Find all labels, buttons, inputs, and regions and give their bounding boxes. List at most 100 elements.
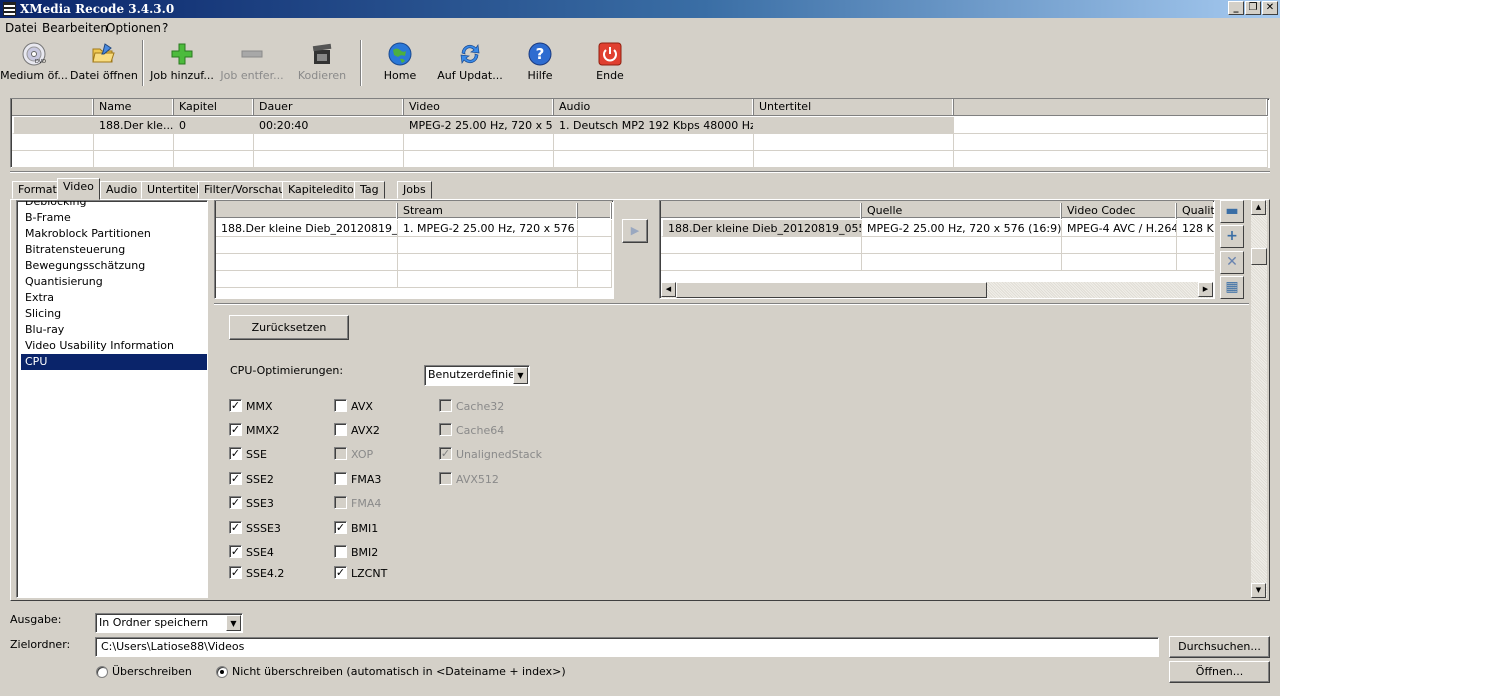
sse2-checkbox[interactable]: ✓ xyxy=(229,472,242,485)
scroll-down-button[interactable]: ▼ xyxy=(1251,583,1266,598)
avx512-checkbox[interactable] xyxy=(439,472,452,485)
exit-button[interactable]: Ende xyxy=(582,38,638,88)
add-stream-button[interactable]: ▶ xyxy=(622,219,648,243)
update-button[interactable]: Auf Updat... xyxy=(436,38,504,88)
encode-button[interactable]: Kodieren xyxy=(290,38,354,88)
tree-item-quantization[interactable]: Quantisierung xyxy=(21,274,207,290)
tree-item-extra[interactable]: Extra xyxy=(21,290,207,306)
scroll-thumb[interactable] xyxy=(1251,248,1267,265)
mmx2-checkbox[interactable]: ✓ xyxy=(229,423,242,436)
browse-button[interactable]: Durchsuchen... xyxy=(1169,636,1270,658)
sse3-checkbox[interactable]: ✓ xyxy=(229,496,242,509)
tree-item-deblocking[interactable]: Deblocking xyxy=(21,201,207,210)
column-header-video[interactable]: Video xyxy=(404,99,554,115)
scroll-thumb[interactable] xyxy=(676,282,987,298)
open-folder-button[interactable]: Öffnen... xyxy=(1169,661,1270,683)
target-folder-input[interactable]: C:\Users\Latiose88\Videos xyxy=(95,637,1159,657)
column-header[interactable] xyxy=(12,99,94,115)
cpu-optimizations-value: Benutzerdefiniert xyxy=(428,368,524,381)
sse4-2-checkbox[interactable]: ✓ xyxy=(229,566,242,579)
no-overwrite-radio[interactable] xyxy=(216,666,228,678)
tree-item-blu-ray[interactable]: Blu-ray xyxy=(21,322,207,338)
restore-button[interactable]: ❐ xyxy=(1245,1,1261,15)
tab-jobs[interactable]: Jobs xyxy=(397,181,432,199)
add-job-label: Job hinzuf... xyxy=(150,69,214,82)
menu-optionen[interactable]: Optionen xyxy=(106,21,161,35)
horizontal-scrollbar[interactable]: ◀ ▶ xyxy=(661,282,1213,298)
column-header[interactable] xyxy=(661,203,862,219)
sse-checkbox[interactable]: ✓ xyxy=(229,447,242,460)
column-header[interactable] xyxy=(954,99,1268,115)
sse4-checkbox[interactable]: ✓ xyxy=(229,545,242,558)
stream-properties-button[interactable]: ▦ xyxy=(1220,276,1244,299)
avx2-checkbox[interactable] xyxy=(334,423,347,436)
table-cell: 188.Der kle... xyxy=(94,117,174,134)
xop-checkbox[interactable] xyxy=(334,447,347,460)
scroll-up-button[interactable]: ▲ xyxy=(1251,200,1266,215)
open-media-button[interactable]: DVD Medium öf... xyxy=(0,38,68,88)
fma4-checkbox[interactable] xyxy=(334,496,347,509)
overwrite-radio[interactable] xyxy=(96,666,108,678)
tree-item-rate-control[interactable]: Bitratensteuerung xyxy=(21,242,207,258)
lzcnt-checkbox[interactable]: ✓ xyxy=(334,566,347,579)
lzcnt-label: LZCNT xyxy=(351,567,388,580)
update-label: Auf Updat... xyxy=(437,69,503,82)
column-header[interactable] xyxy=(216,203,398,219)
close-button[interactable]: ✕ xyxy=(1262,1,1278,15)
scroll-right-button[interactable]: ▶ xyxy=(1198,282,1213,297)
remove-job-button[interactable]: Job entfer... xyxy=(218,38,286,88)
column-header-video-codec[interactable]: Video Codec xyxy=(1062,203,1177,219)
tab-format[interactable]: Format xyxy=(12,181,63,199)
ssse3-checkbox[interactable]: ✓ xyxy=(229,521,242,534)
fma3-checkbox[interactable] xyxy=(334,472,347,485)
refresh-icon xyxy=(460,44,480,64)
tree-item-motion-estimation[interactable]: Bewegungsschätzung xyxy=(21,258,207,274)
column-header-subtitle[interactable]: Untertitel xyxy=(754,99,954,115)
column-header-audio[interactable]: Audio xyxy=(554,99,754,115)
menu-help[interactable]: ? xyxy=(162,21,168,35)
cache64-checkbox[interactable] xyxy=(439,423,452,436)
add-job-button[interactable]: Job hinzuf... xyxy=(148,38,216,88)
delete-stream-button[interactable]: ✕ xyxy=(1220,251,1244,274)
tree-item-b-frame[interactable]: B-Frame xyxy=(21,210,207,226)
tree-item-macroblock[interactable]: Makroblock Partitionen xyxy=(21,226,207,242)
open-file-button[interactable]: Datei öffnen xyxy=(70,38,138,88)
column-header-quality[interactable]: Qualitä xyxy=(1177,203,1214,219)
tab-tag[interactable]: Tag xyxy=(354,181,385,199)
bmi1-checkbox[interactable]: ✓ xyxy=(334,521,347,534)
avx-checkbox[interactable] xyxy=(334,399,347,412)
column-header-stream[interactable]: Stream xyxy=(398,203,578,219)
reset-button[interactable]: Zurücksetzen xyxy=(229,315,349,340)
tree-item-vui[interactable]: Video Usability Information xyxy=(21,338,207,354)
unalignedstack-checkbox[interactable]: ✓ xyxy=(439,447,452,460)
mmx-checkbox[interactable]: ✓ xyxy=(229,399,242,412)
scroll-left-button[interactable]: ◀ xyxy=(661,282,676,297)
output-select[interactable]: In Ordner speichern ▼ xyxy=(95,613,243,633)
tree-item-cpu[interactable]: CPU xyxy=(21,354,207,370)
column-header-duration[interactable]: Dauer xyxy=(254,99,404,115)
remove-stream-button[interactable]: ▬ xyxy=(1220,200,1244,223)
column-header[interactable] xyxy=(578,203,612,219)
bmi2-checkbox[interactable] xyxy=(334,545,347,558)
tab-subtitle[interactable]: Untertitel xyxy=(141,181,206,199)
column-header-source[interactable]: Quelle xyxy=(862,203,1062,219)
column-header-name[interactable]: Name xyxy=(94,99,174,115)
help-button[interactable]: ? Hilfe xyxy=(512,38,568,88)
table-row[interactable]: 188.Der kleine Dieb_20120819_0555.ts MPE… xyxy=(661,220,1214,237)
tree-item-slicing[interactable]: Slicing xyxy=(21,306,207,322)
table-row[interactable]: 188.Der kle... 0 00:20:40 MPEG-2 25.00 H… xyxy=(12,117,1268,134)
table-row[interactable]: 188.Der kleine Dieb_20120819_0... 1. MPE… xyxy=(216,220,612,237)
column-header-chapter[interactable]: Kapitel xyxy=(174,99,254,115)
cpu-optimizations-select[interactable]: Benutzerdefiniert ▼ xyxy=(424,365,530,386)
menu-datei[interactable]: Datei xyxy=(5,21,37,35)
tab-audio[interactable]: Audio xyxy=(100,181,144,199)
tab-chapter-editor[interactable]: Kapiteleditor xyxy=(282,181,365,199)
tab-video[interactable]: Video xyxy=(57,178,100,200)
add-stream-side-button[interactable]: + xyxy=(1220,225,1244,248)
minimize-button[interactable]: _ xyxy=(1228,1,1244,15)
menu-bearbeiten[interactable]: Bearbeiten xyxy=(42,21,108,35)
cache32-checkbox[interactable] xyxy=(439,399,452,412)
vertical-scrollbar[interactable]: ▲ ▼ xyxy=(1251,200,1267,598)
home-button[interactable]: Home xyxy=(372,38,428,88)
tab-filter-preview[interactable]: Filter/Vorschau xyxy=(198,181,292,199)
